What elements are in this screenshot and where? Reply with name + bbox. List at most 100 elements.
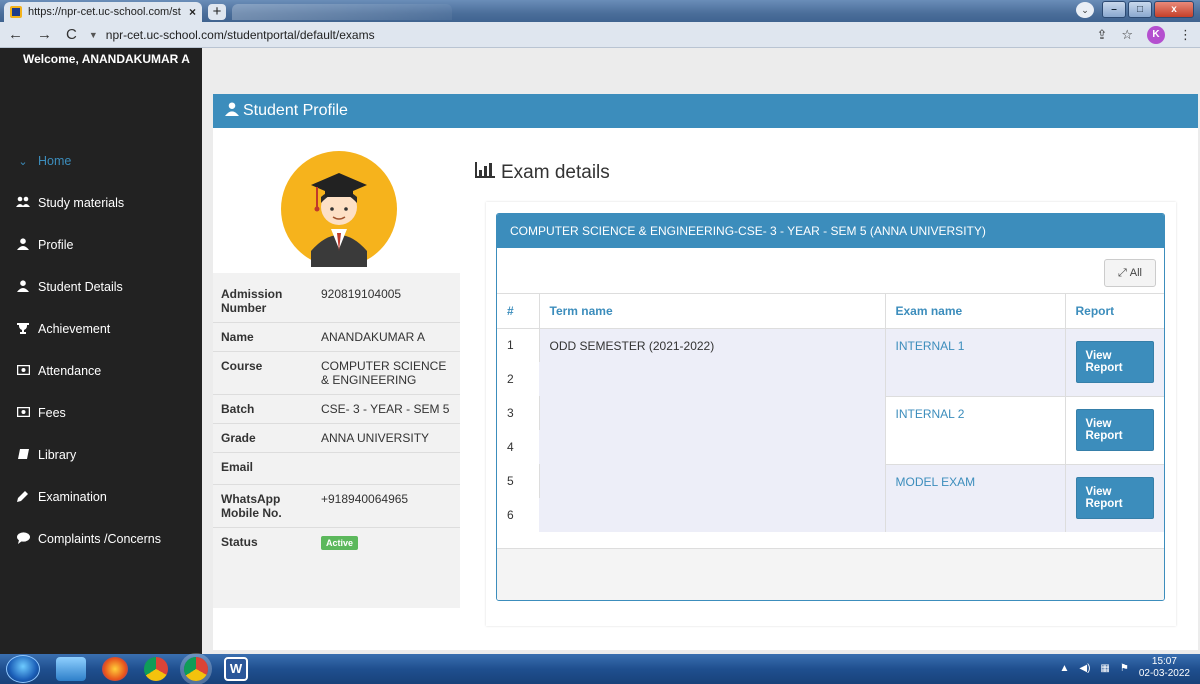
report-cell: View Report bbox=[1065, 328, 1164, 396]
firefox-icon[interactable] bbox=[102, 657, 128, 681]
column-header-number: # bbox=[497, 294, 540, 329]
field-label: Name bbox=[221, 330, 254, 344]
field-value: ANANDAKUMAR A bbox=[321, 330, 426, 344]
sidebar-item-achievement[interactable]: Achievement bbox=[0, 308, 202, 350]
reload-icon[interactable]: C bbox=[66, 26, 77, 43]
share-icon[interactable]: ⇪ bbox=[1096, 27, 1107, 43]
expand-all-button[interactable]: ⤢ All bbox=[1104, 259, 1156, 287]
word-icon[interactable]: W bbox=[224, 657, 248, 681]
file-explorer-icon[interactable] bbox=[56, 657, 86, 681]
field-label: Email bbox=[221, 460, 254, 474]
sidebar-item-home[interactable]: ⌄ Home bbox=[0, 140, 202, 182]
network-icon[interactable]: ▦ bbox=[1100, 663, 1109, 674]
field-label: Grade bbox=[221, 431, 256, 445]
exam-name-cell: INTERNAL 2 bbox=[885, 395, 1066, 464]
close-window-button[interactable]: x bbox=[1154, 1, 1194, 18]
volume-icon[interactable]: ◀) bbox=[1079, 663, 1090, 674]
exam-details-heading: Exam details bbox=[475, 162, 610, 184]
term-name-cell: ODD SEMESTER (2021-2022) bbox=[539, 328, 886, 532]
expand-icon: ⤢ bbox=[1117, 266, 1127, 279]
exam-toolbar: ⤢ All bbox=[497, 248, 1164, 294]
field-label: Course bbox=[221, 359, 263, 373]
field-label: Status bbox=[221, 535, 258, 549]
field-value: ANNA UNIVERSITY bbox=[321, 431, 430, 445]
new-tab-button[interactable]: + bbox=[208, 4, 226, 20]
row-number: 6 bbox=[507, 508, 514, 522]
users-icon bbox=[16, 196, 30, 211]
clock-time: 15:07 bbox=[1151, 656, 1177, 667]
row-number: 1 bbox=[497, 328, 540, 362]
tab-search-icon[interactable]: ⌄ bbox=[1076, 1, 1094, 18]
tab-close-icon[interactable]: × bbox=[189, 5, 196, 19]
chevron-down-icon: ⌄ bbox=[18, 155, 28, 168]
profile-row-grade: Grade ANNA UNIVERSITY bbox=[213, 423, 460, 452]
profile-details-table: Admission Number 920819104005 Name ANAND… bbox=[213, 280, 460, 557]
avatar bbox=[281, 151, 397, 267]
menu-dots-icon[interactable]: ⋮ bbox=[1179, 27, 1192, 43]
row-number: 3 bbox=[497, 396, 540, 430]
back-arrow-icon[interactable]: ← bbox=[8, 26, 23, 43]
bookmark-star-icon[interactable]: ☆ bbox=[1121, 27, 1133, 43]
report-cell: View Report bbox=[1065, 463, 1164, 532]
site-favicon-icon bbox=[10, 6, 22, 18]
view-report-button[interactable]: View Report bbox=[1075, 341, 1154, 383]
exam-name-cell: INTERNAL 1 bbox=[885, 328, 1066, 396]
action-center-flag-icon[interactable]: ⚑ bbox=[1120, 663, 1129, 674]
user-icon bbox=[16, 237, 30, 253]
profile-row-whatsapp: WhatsApp Mobile No. +918940064965 bbox=[213, 484, 460, 527]
profile-row-email: Email bbox=[213, 452, 460, 484]
sidebar-item-label: Achievement bbox=[38, 322, 111, 336]
sidebar-item-fees[interactable]: Fees bbox=[0, 392, 202, 434]
taskbar: W ▲ ◀) ▦ ⚑ 15:07 02-03-2022 bbox=[0, 654, 1200, 684]
sidebar-item-label: Examination bbox=[38, 490, 107, 504]
profile-row-status: Status Active bbox=[213, 527, 460, 557]
minimize-button[interactable]: – bbox=[1102, 1, 1126, 18]
profile-avatar[interactable]: K bbox=[1147, 25, 1165, 44]
sidebar-item-label: Fees bbox=[38, 406, 66, 420]
sidebar-item-examination[interactable]: Examination bbox=[0, 476, 202, 518]
field-value bbox=[321, 460, 452, 477]
sidebar-item-label: Student Details bbox=[38, 280, 123, 294]
view-report-button[interactable]: View Report bbox=[1075, 477, 1154, 520]
start-button[interactable] bbox=[6, 655, 40, 683]
view-report-button[interactable]: View Report bbox=[1075, 409, 1154, 451]
url-field[interactable]: ▼ npr-cet.uc-school.com/studentportal/de… bbox=[89, 25, 1085, 45]
sidebar-item-study-materials[interactable]: Study materials bbox=[0, 182, 202, 224]
user-icon bbox=[16, 279, 30, 295]
status-badge: Active bbox=[321, 536, 359, 550]
chrome-active-icon[interactable] bbox=[184, 657, 208, 681]
system-tray: ▲ ◀) ▦ ⚑ 15:07 02-03-2022 bbox=[1059, 656, 1190, 680]
field-value: CSE- 3 - YEAR - SEM 5 bbox=[321, 402, 450, 416]
sidebar-menu: ⌄ Home Study materials Profile Student D… bbox=[0, 140, 202, 560]
book-icon bbox=[16, 448, 30, 463]
money-icon bbox=[16, 364, 30, 378]
comment-icon bbox=[16, 531, 30, 547]
exam-table: # Term name Exam name Report 1 ODD SEMES… bbox=[497, 294, 1164, 532]
maximize-button[interactable]: □ bbox=[1128, 1, 1152, 18]
sidebar-item-complaints[interactable]: Complaints /Concerns bbox=[0, 518, 202, 560]
background-tab[interactable] bbox=[232, 4, 452, 20]
profile-row-course: Course COMPUTER SCIENCE & ENGINEERING bbox=[213, 351, 460, 394]
sidebar-item-student-details[interactable]: Student Details bbox=[0, 266, 202, 308]
tray-arrow-icon[interactable]: ▲ bbox=[1059, 663, 1069, 674]
url-text: npr-cet.uc-school.com/studentportal/defa… bbox=[105, 27, 375, 42]
sidebar-item-profile[interactable]: Profile bbox=[0, 224, 202, 266]
sidebar-item-label: Profile bbox=[38, 238, 74, 252]
sidebar-item-library[interactable]: Library bbox=[0, 434, 202, 476]
sidebar: Welcome, ANANDAKUMAR A ⌄ Home Study mate… bbox=[0, 48, 202, 654]
bar-chart-icon bbox=[475, 162, 495, 184]
site-info-icon[interactable]: ▼ bbox=[89, 30, 98, 40]
clock[interactable]: 15:07 02-03-2022 bbox=[1139, 656, 1190, 680]
browser-tab[interactable]: https://npr-cet.uc-school.com/st × bbox=[4, 2, 202, 22]
sidebar-item-attendance[interactable]: Attendance bbox=[0, 350, 202, 392]
sidebar-item-label: Library bbox=[38, 448, 77, 462]
forward-arrow-icon[interactable]: → bbox=[37, 26, 52, 43]
profile-header: Student Profile bbox=[213, 94, 1198, 128]
address-bar: ← → C ▼ npr-cet.uc-school.com/studentpor… bbox=[0, 22, 1200, 48]
tab-title: https://npr-cet.uc-school.com/st bbox=[28, 6, 181, 18]
graduate-avatar-icon bbox=[311, 173, 367, 267]
column-header-exam: Exam name bbox=[885, 294, 1066, 329]
user-icon bbox=[225, 101, 239, 121]
column-header-report: Report bbox=[1065, 294, 1164, 329]
chrome-icon[interactable] bbox=[144, 657, 168, 681]
